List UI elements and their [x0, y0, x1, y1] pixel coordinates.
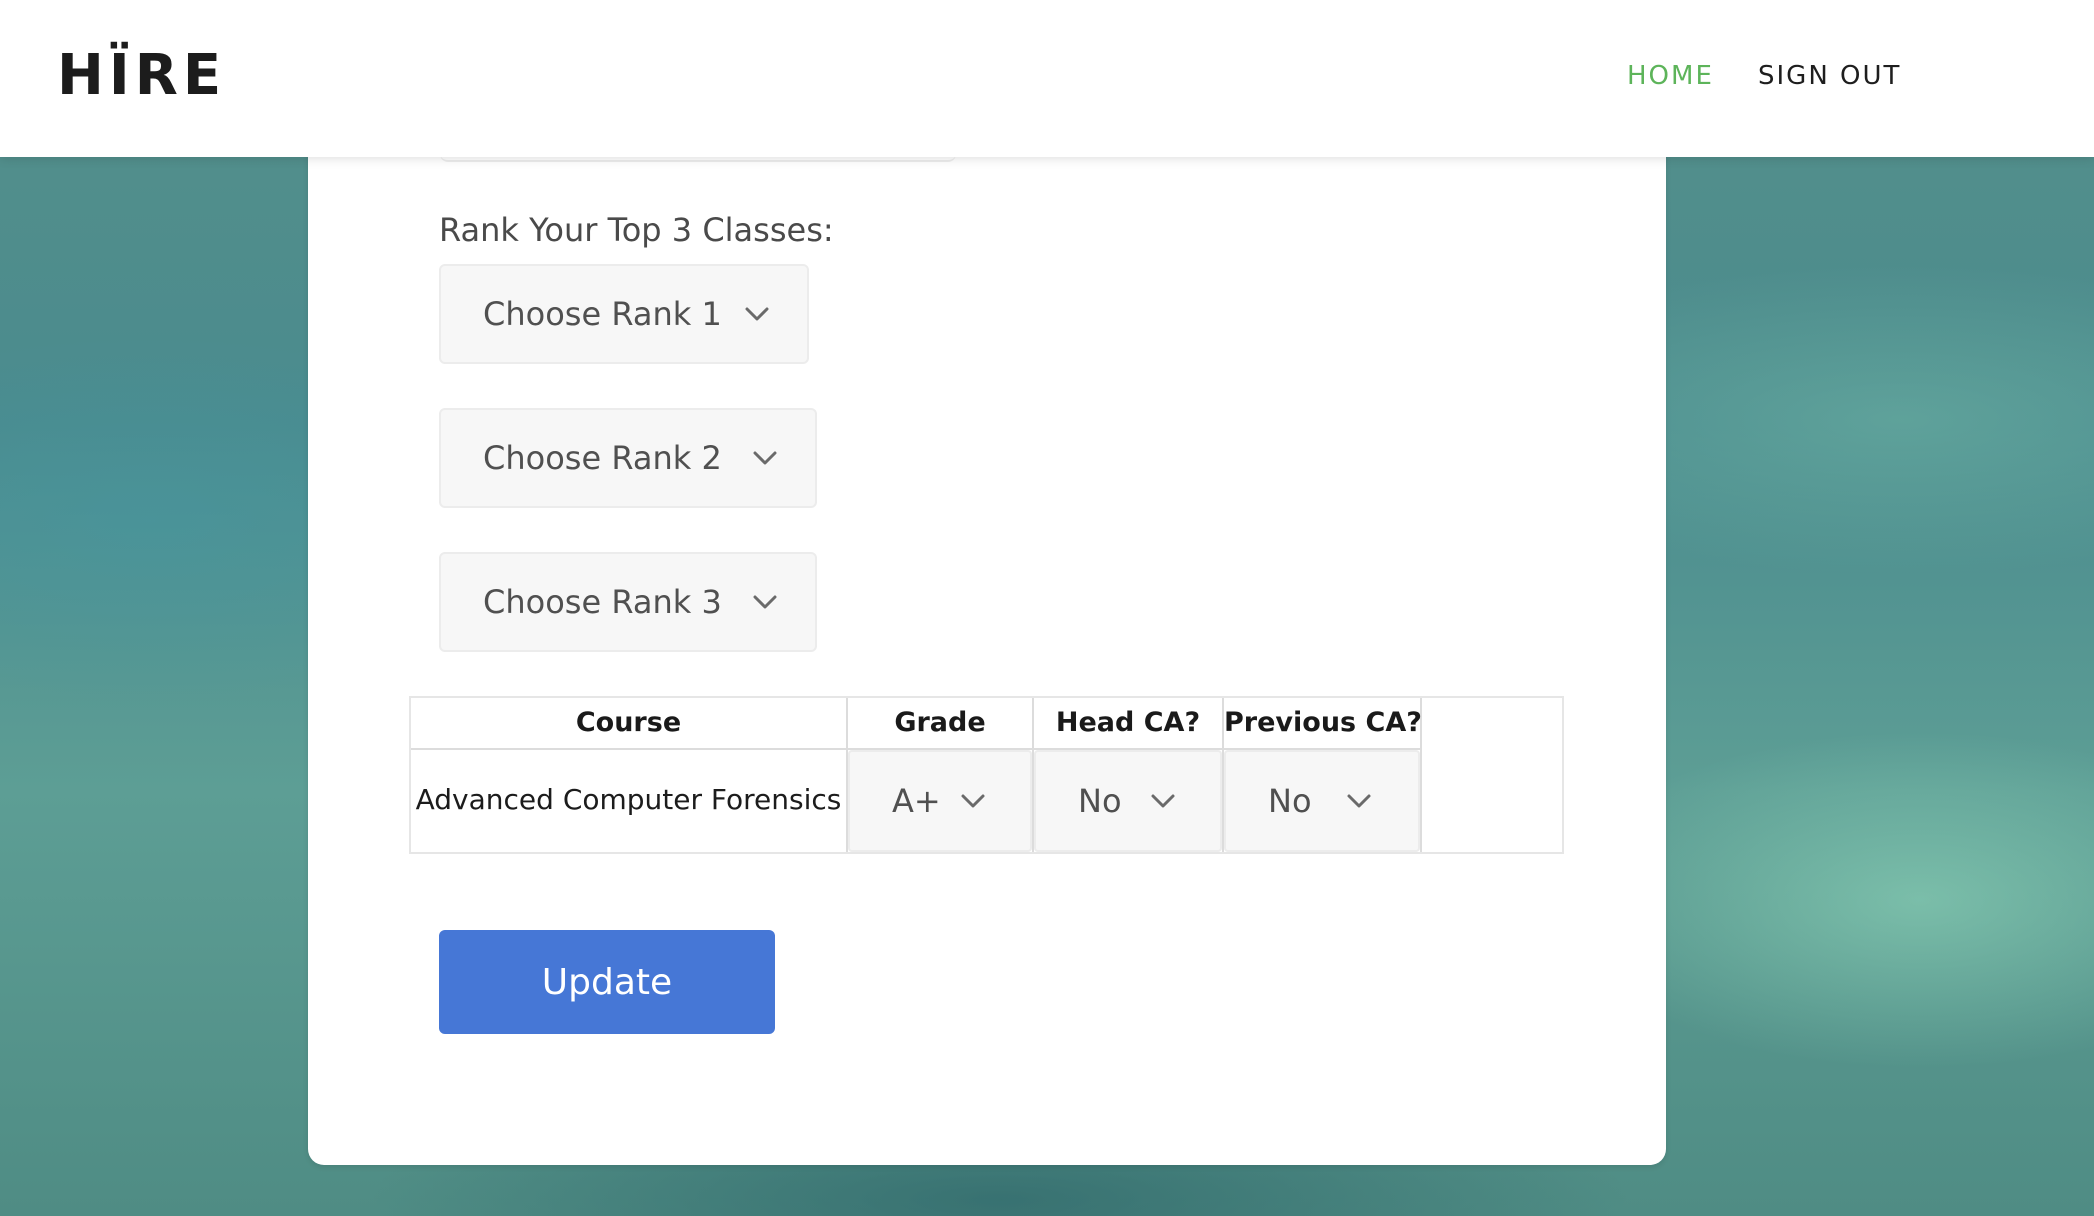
- course-name-cell: Advanced Computer Forensics: [411, 750, 848, 852]
- rank-3-select-value: Choose Rank 3: [483, 583, 722, 621]
- nav-sign-out-link[interactable]: SIGN OUT: [1758, 58, 1901, 94]
- top-navbar: HÏRE HOME SIGN OUT: [0, 0, 2094, 157]
- rank-3-select[interactable]: Choose Rank 3: [439, 552, 817, 652]
- head-ca-cell: No: [1034, 750, 1224, 852]
- courses-table: Course Grade Head CA? Previous CA? Advan…: [409, 696, 1564, 854]
- chevron-down-icon: [753, 595, 777, 609]
- rank-classes-label: Rank Your Top 3 Classes:: [439, 211, 834, 249]
- column-header-previous-ca: Previous CA?: [1224, 698, 1422, 750]
- profile-form-card: Rank Your Top 3 Classes: Choose Rank 1 C…: [308, 120, 1666, 1165]
- update-button[interactable]: Update: [439, 930, 775, 1034]
- rank-2-select[interactable]: Choose Rank 2: [439, 408, 817, 508]
- rank-1-select-value: Choose Rank 1: [483, 295, 722, 333]
- grade-select[interactable]: A+: [848, 750, 1032, 852]
- column-header-grade: Grade: [848, 698, 1034, 750]
- rank-2-select-value: Choose Rank 2: [483, 439, 722, 477]
- head-ca-select[interactable]: No: [1034, 750, 1222, 852]
- column-header-course: Course: [411, 698, 848, 750]
- chevron-down-icon: [745, 307, 769, 321]
- nav-home-link[interactable]: HOME: [1627, 58, 1714, 94]
- grade-select-value: A+: [892, 782, 941, 820]
- chevron-down-icon: [753, 451, 777, 465]
- previous-ca-cell: No: [1224, 750, 1422, 852]
- grade-cell: A+: [848, 750, 1034, 852]
- chevron-down-icon: [1347, 794, 1371, 808]
- column-header-head-ca: Head CA?: [1034, 698, 1224, 750]
- chevron-down-icon: [1151, 794, 1175, 808]
- previous-ca-select-value: No: [1268, 782, 1312, 820]
- rank-1-select[interactable]: Choose Rank 1: [439, 264, 809, 364]
- head-ca-select-value: No: [1078, 782, 1122, 820]
- brand-logo[interactable]: HÏRE: [57, 44, 226, 108]
- previous-ca-select[interactable]: No: [1224, 750, 1420, 852]
- chevron-down-icon: [961, 794, 985, 808]
